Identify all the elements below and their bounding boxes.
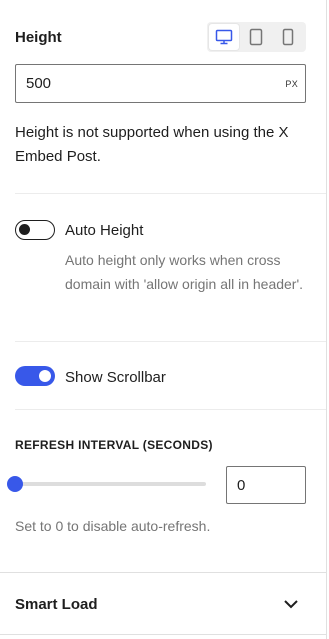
- divider: [15, 341, 326, 342]
- height-input[interactable]: [26, 65, 266, 102]
- tablet-device-button[interactable]: [241, 24, 271, 50]
- toggle-knob: [19, 224, 30, 235]
- divider: [15, 193, 326, 194]
- mobile-device-button[interactable]: [273, 24, 303, 50]
- height-note: Height is not supported when using the X…: [15, 124, 289, 165]
- desktop-icon: [215, 29, 233, 45]
- mobile-icon: [282, 28, 294, 46]
- chevron-down-icon: [284, 600, 298, 609]
- auto-height-help: Auto height only works when cross domain…: [65, 252, 304, 292]
- refresh-interval-slider-track[interactable]: [15, 482, 206, 486]
- unit-label[interactable]: PX: [285, 79, 298, 89]
- refresh-interval-slider-thumb[interactable]: [7, 476, 23, 492]
- height-label: Height: [15, 29, 62, 46]
- smart-load-title: Smart Load: [15, 596, 98, 613]
- show-scrollbar-toggle[interactable]: [15, 366, 55, 386]
- device-switcher: [207, 22, 306, 52]
- settings-panel: Height PX Height is not supported when u…: [0, 0, 327, 639]
- show-scrollbar-label: Show Scrollbar: [65, 369, 166, 386]
- divider: [15, 409, 326, 410]
- height-field: PX: [15, 64, 306, 103]
- refresh-interval-title: REFRESH INTERVAL (SECONDS): [15, 438, 213, 452]
- auto-height-toggle[interactable]: [15, 220, 55, 240]
- auto-height-label: Auto Height: [65, 222, 144, 239]
- smart-load-panel-header[interactable]: Smart Load: [0, 572, 327, 635]
- tablet-icon: [249, 28, 263, 46]
- refresh-interval-help: Set to 0 to disable auto-refresh.: [15, 518, 211, 534]
- toggle-knob: [39, 370, 51, 382]
- desktop-device-button[interactable]: [209, 24, 239, 50]
- refresh-interval-input[interactable]: [226, 466, 306, 504]
